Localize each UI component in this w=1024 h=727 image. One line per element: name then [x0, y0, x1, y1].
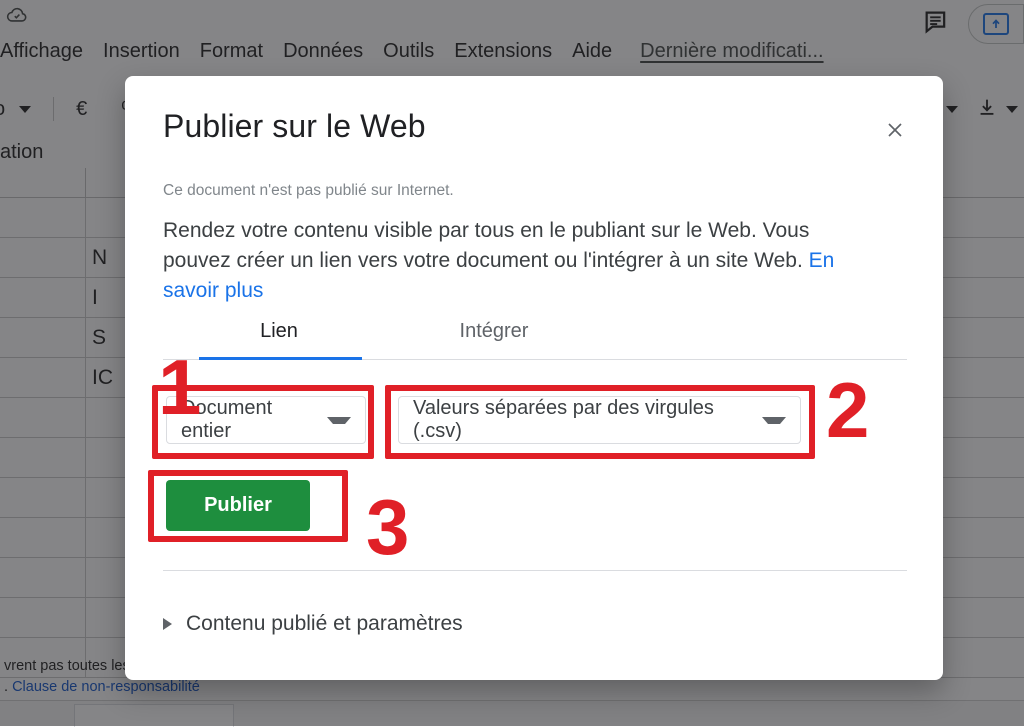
close-icon[interactable]: [877, 112, 913, 148]
triangle-right-icon: [163, 618, 172, 630]
active-tab-underline: [199, 357, 362, 360]
published-content-expander-label: Contenu publié et paramètres: [186, 612, 463, 636]
dialog-divider: [163, 570, 907, 571]
publish-button[interactable]: Publier: [166, 480, 310, 531]
publish-format-select[interactable]: Valeurs séparées par des virgules (.csv): [398, 396, 801, 444]
publish-status-text: Ce document n'est pas publié sur Interne…: [163, 182, 454, 200]
chevron-down-icon: [327, 417, 351, 424]
publish-scope-select[interactable]: Document entier: [166, 396, 366, 444]
tab-lien[interactable]: Lien: [229, 320, 329, 360]
chevron-down-icon: [762, 417, 786, 424]
publish-to-web-dialog: Publier sur le Web Ce document n'est pas…: [125, 76, 943, 680]
publish-format-value: Valeurs séparées par des virgules (.csv): [413, 397, 762, 443]
publish-scope-value: Document entier: [181, 397, 327, 443]
dialog-tabs: Lien Intégrer: [163, 320, 907, 360]
dialog-description: Rendez votre contenu visible par tous en…: [163, 216, 879, 305]
published-content-expander[interactable]: Contenu publié et paramètres: [163, 612, 463, 636]
dialog-description-text: Rendez votre contenu visible par tous en…: [163, 219, 809, 272]
page-title: Publier sur le Web: [163, 108, 426, 145]
tab-integrer[interactable]: Intégrer: [429, 320, 559, 360]
